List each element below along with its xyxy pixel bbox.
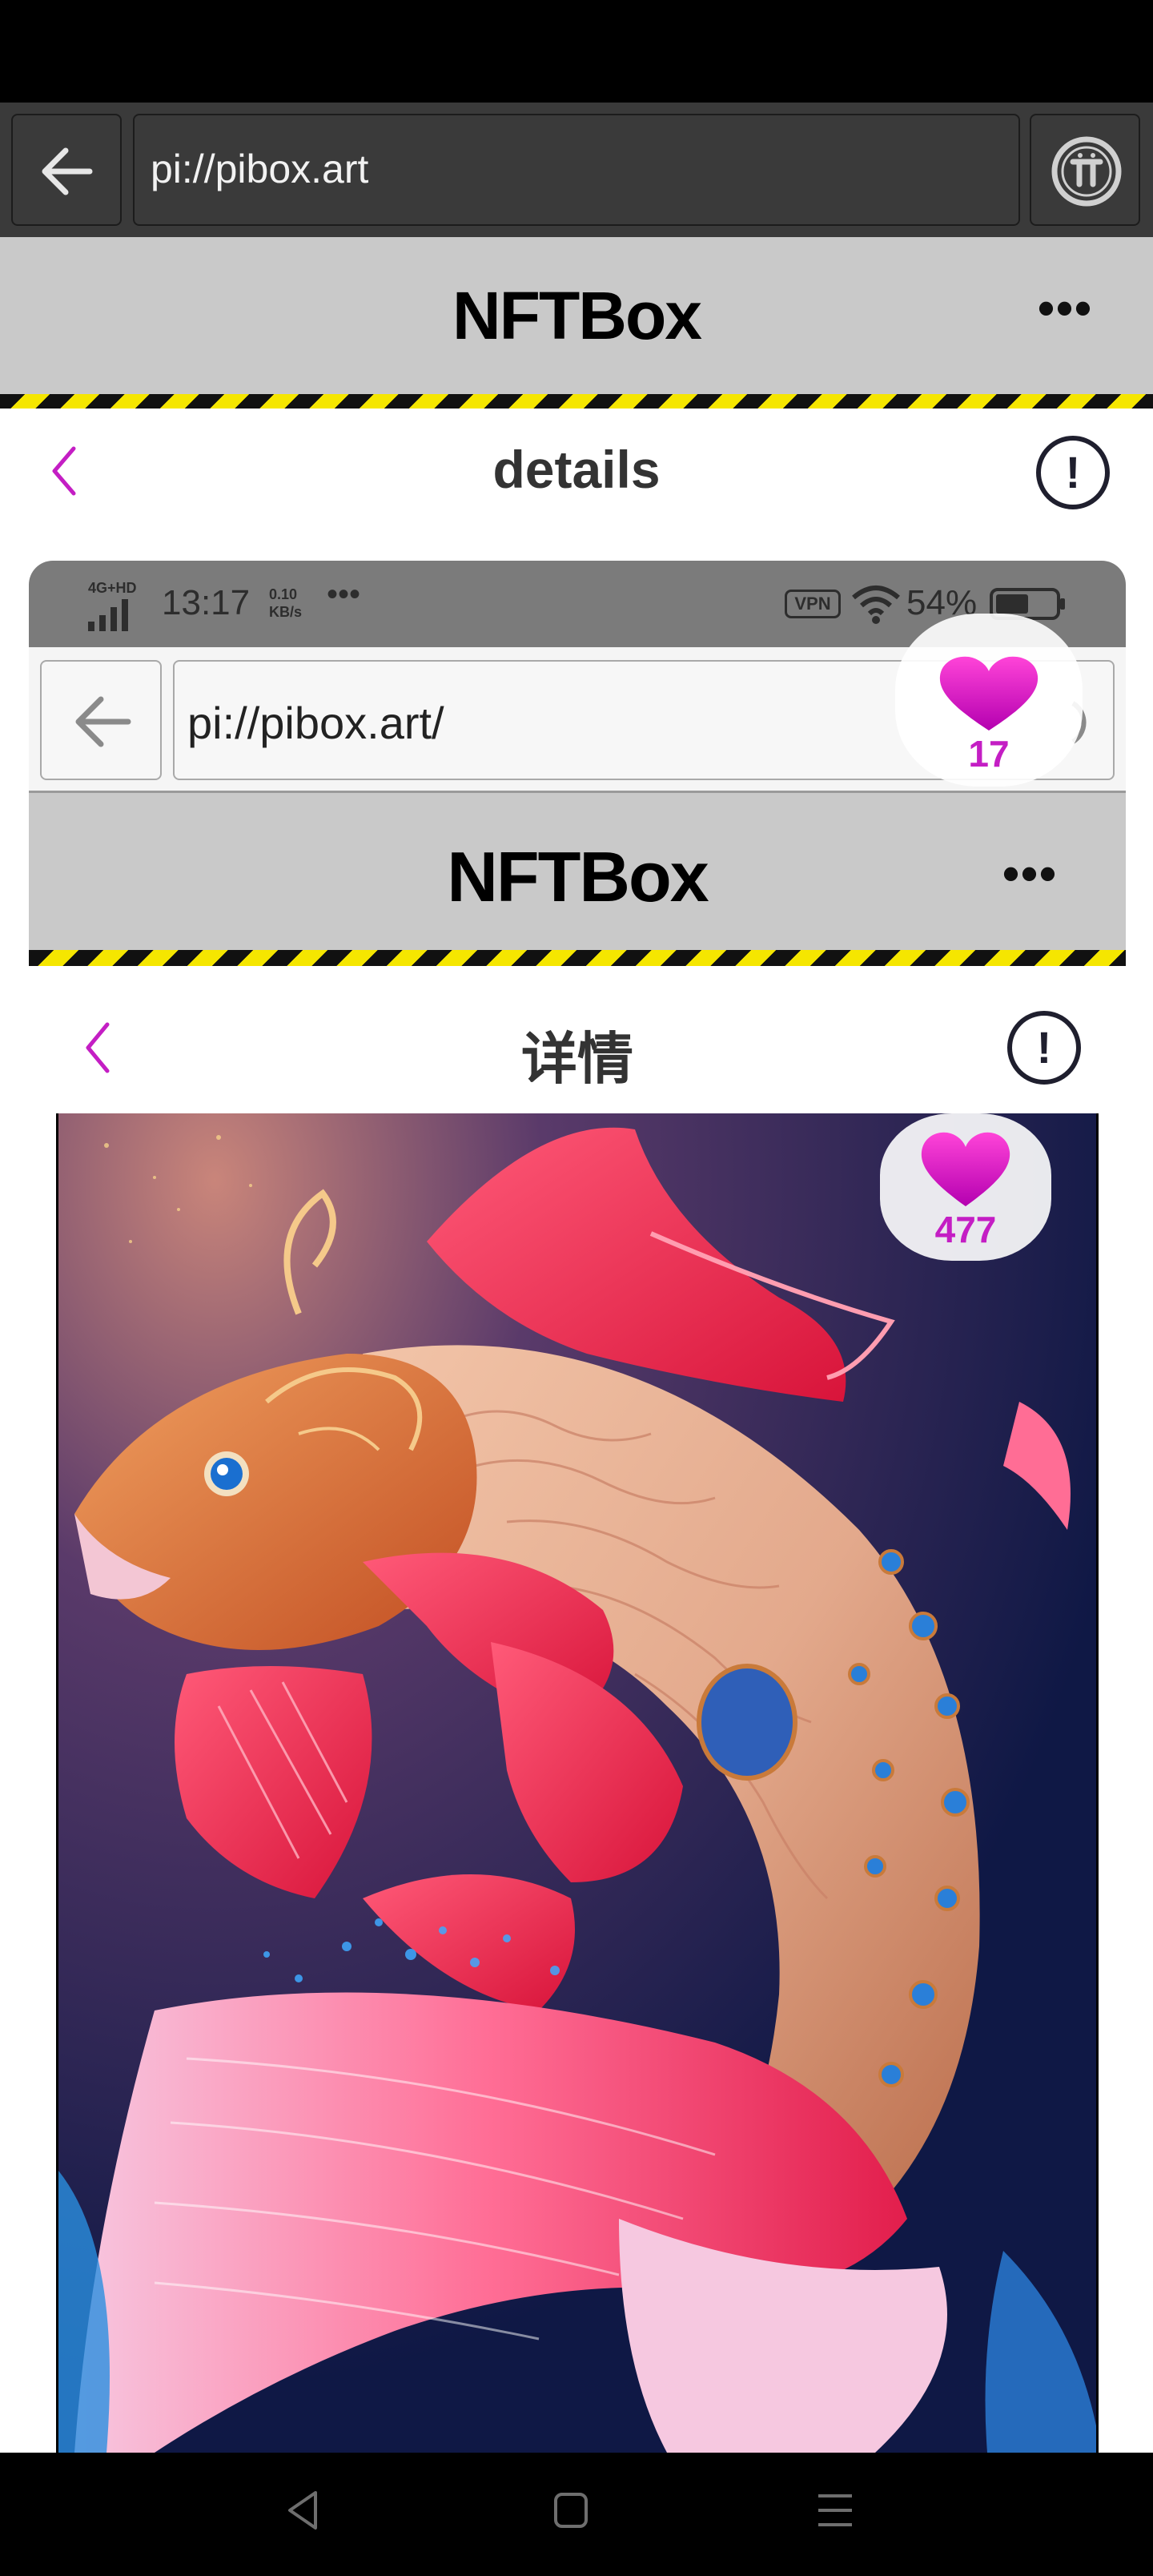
inner-exclamation-circle-icon: !: [1007, 1011, 1081, 1085]
pi-browser-button[interactable]: [1030, 114, 1140, 226]
hazard-stripe: [0, 394, 1153, 409]
top-black-strip: [0, 0, 1153, 103]
arrow-left-icon: [42, 147, 93, 195]
heart-icon: [921, 1132, 1010, 1206]
browser-back-button[interactable]: [11, 114, 122, 226]
signal-icon: [88, 599, 128, 631]
heart-icon: [939, 656, 1039, 731]
menu-lines-icon[interactable]: [815, 2488, 855, 2533]
inner-hazard-stripe: [29, 950, 1126, 966]
vpn-badge: VPN: [785, 590, 841, 618]
page-title: details: [492, 440, 661, 499]
favorite-badge[interactable]: 17: [895, 614, 1083, 787]
inner-app-header: NFTBox •••: [29, 793, 1126, 966]
inner-back-button[interactable]: [40, 660, 162, 780]
nft-screenshot-card: 4G+HD 13:17 0.10 KB/s ••• VPN 54% pi://p…: [29, 561, 1126, 2453]
app-title: NFTBox: [452, 278, 702, 353]
system-nav-bar: [0, 2453, 1153, 2576]
app-header: NFTBox •••: [0, 237, 1153, 409]
nft-artwork-image[interactable]: [56, 1113, 1099, 2453]
arrow-left-icon: [75, 696, 131, 747]
inner-url-text: pi://pibox.art/: [187, 698, 444, 748]
browser-bar: pi://pibox.art: [0, 103, 1153, 237]
inner-like-badge: 477: [880, 1113, 1051, 1261]
browser-url-field[interactable]: pi://pibox.art: [133, 114, 1020, 226]
triangle-back-icon[interactable]: [283, 2488, 323, 2533]
inner-app-title: NFTBox: [447, 837, 709, 916]
status-time: 13:17: [162, 583, 251, 622]
exclamation-circle-icon[interactable]: !: [1036, 436, 1110, 509]
inner-page-title: 详情: [521, 1028, 633, 1090]
network-type: 4G+HD: [88, 580, 137, 596]
inner-more-menu: •••: [1002, 847, 1059, 900]
more-menu-button[interactable]: •••: [1038, 280, 1093, 336]
wifi-icon: [852, 586, 900, 624]
square-home-icon[interactable]: [551, 2488, 591, 2533]
speed-value: 0.10: [269, 586, 298, 602]
browser-url-text: pi://pibox.art: [151, 147, 369, 191]
inner-like-count: 477: [934, 1209, 997, 1250]
koi-fish-illustration: [58, 1113, 1096, 2453]
favorite-count: 17: [968, 733, 1010, 775]
status-more: •••: [327, 577, 361, 612]
speed-unit: KB/s: [269, 604, 303, 620]
pi-logo-icon: [1051, 136, 1122, 207]
